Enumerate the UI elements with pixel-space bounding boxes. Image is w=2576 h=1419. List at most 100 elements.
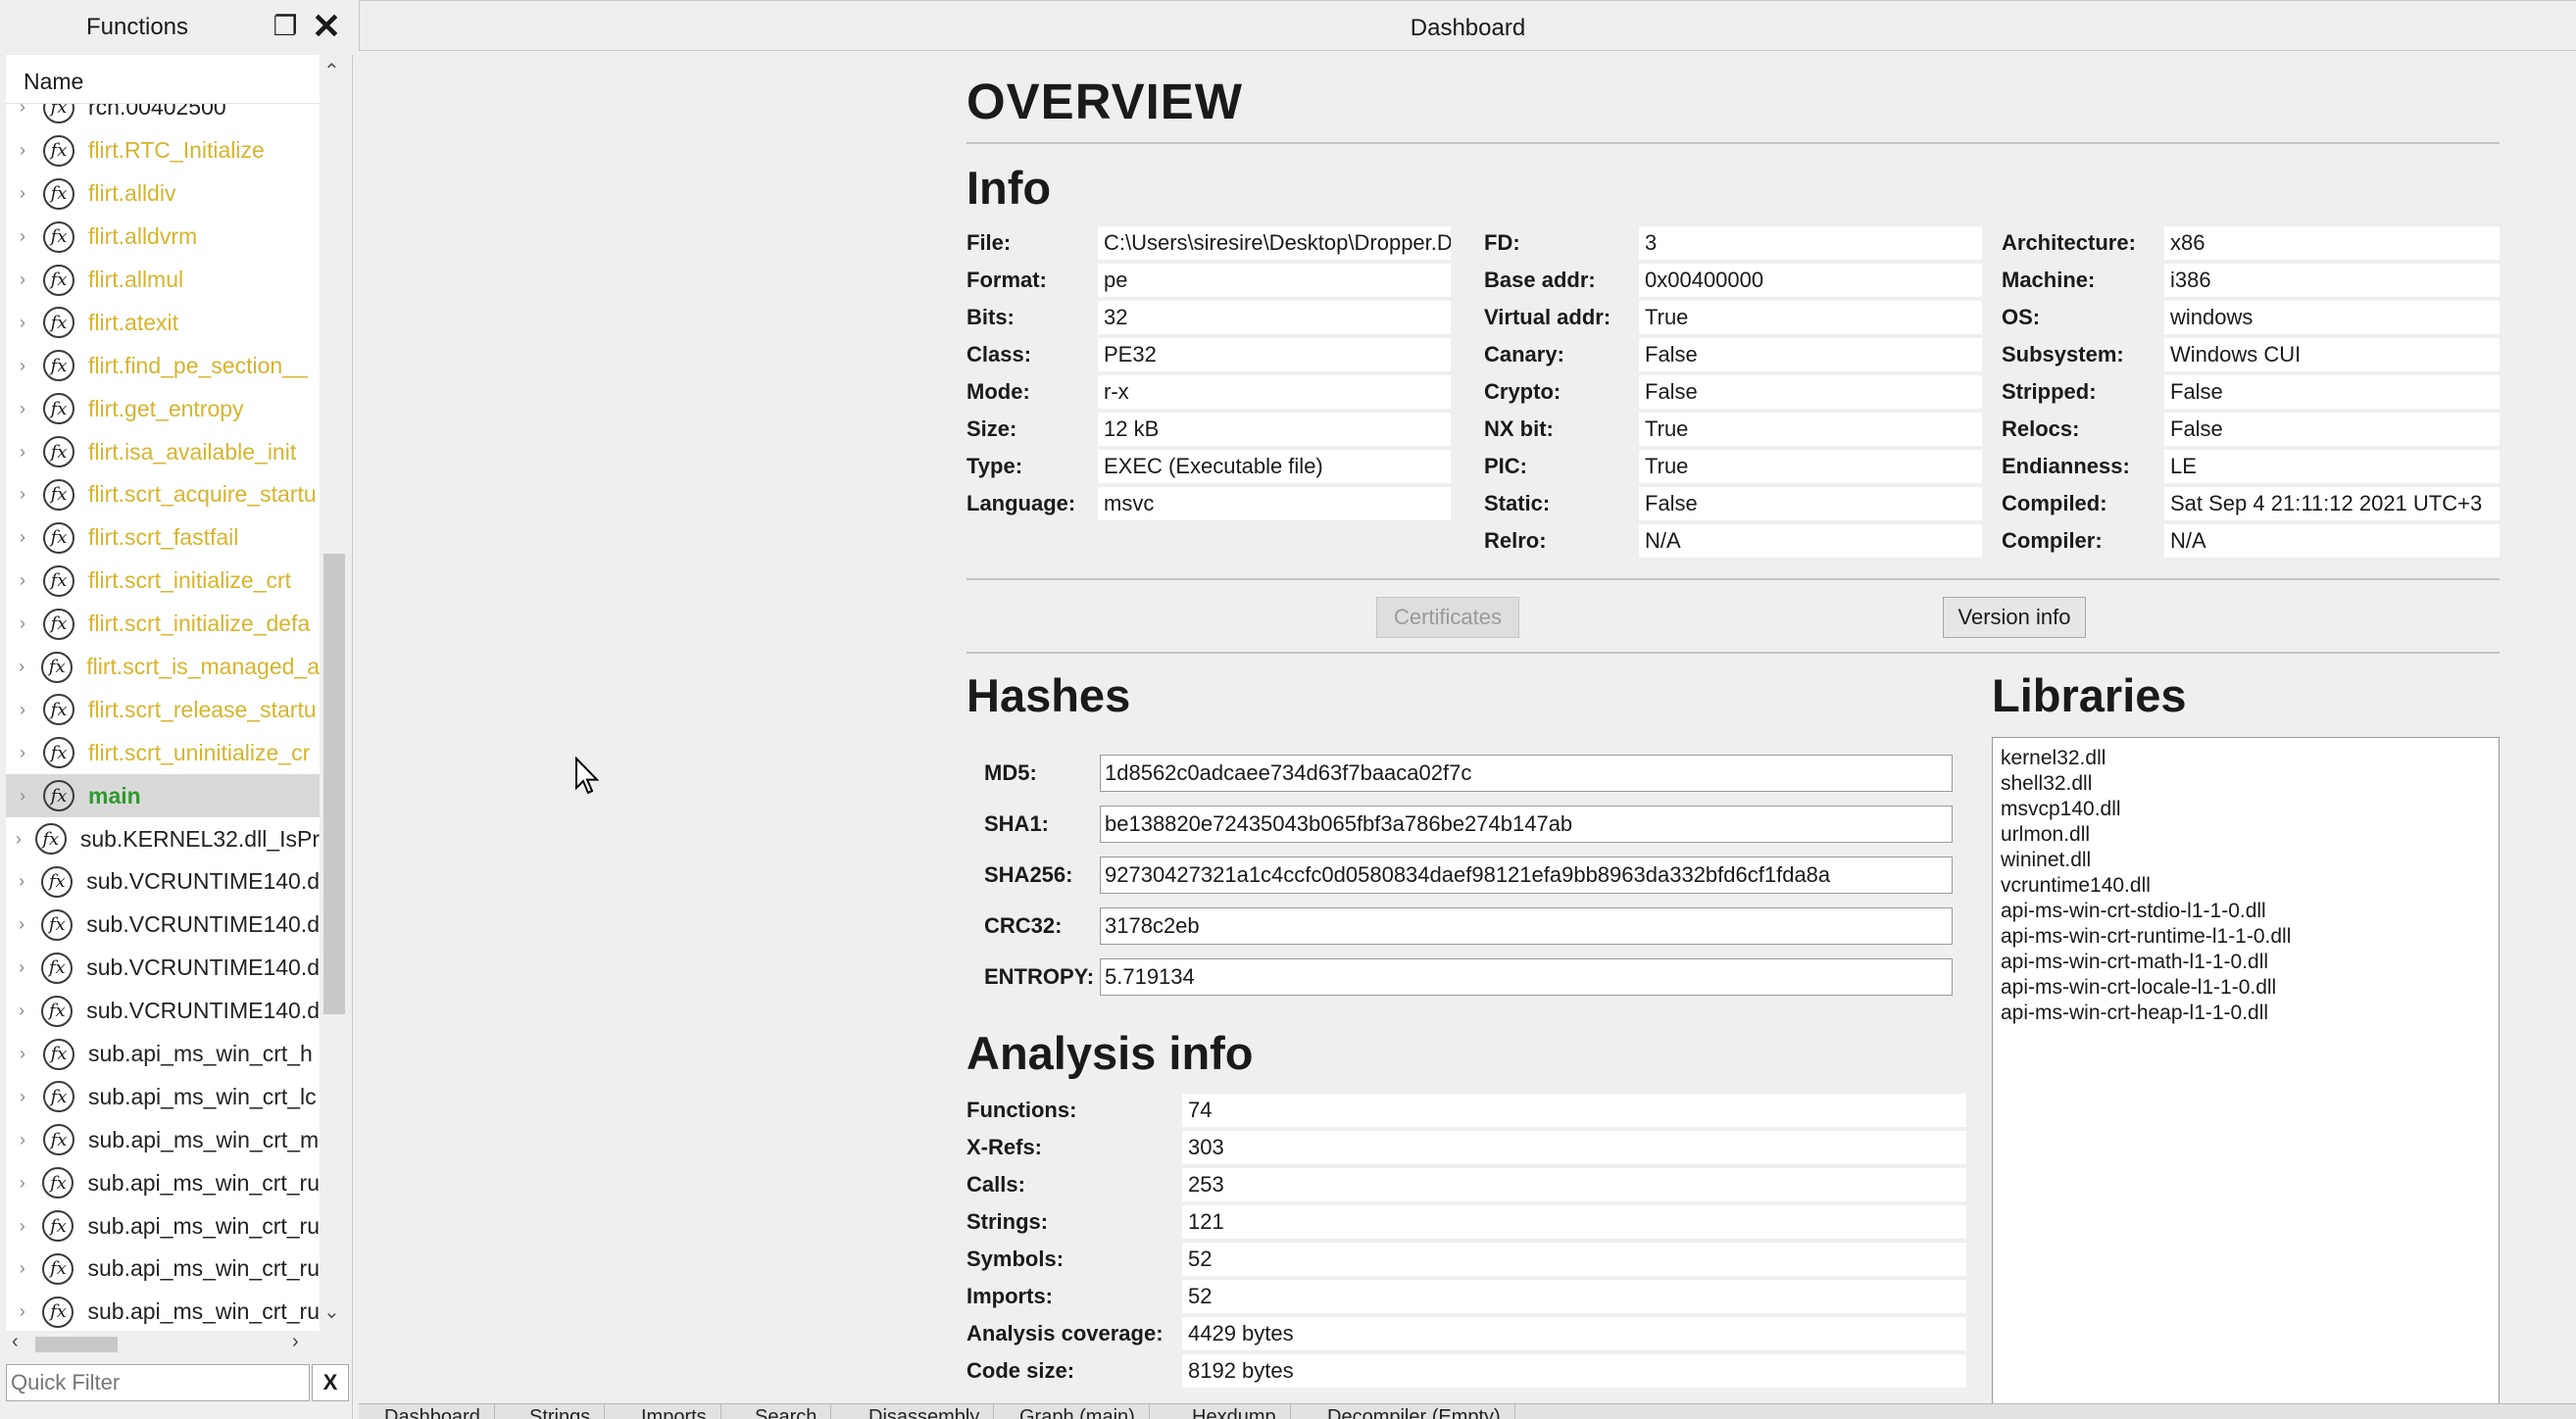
info-value[interactable]: 0x00400000 (1639, 264, 1982, 297)
info-value[interactable]: False (1639, 375, 1982, 409)
function-item[interactable]: › fx flirt.find_pe_section__ (6, 344, 320, 387)
functions-tree[interactable]: › fx rcn.00402500 › fx flirt.RTC_Initialize › f… (6, 55, 320, 1346)
info-value[interactable]: EXEC (Executable file) (1098, 450, 1451, 483)
expand-arrow-icon[interactable]: › (12, 700, 33, 720)
horizontal-scroll-thumb[interactable] (35, 1337, 118, 1352)
expand-arrow-icon[interactable]: › (12, 356, 33, 376)
expand-arrow-icon[interactable]: › (12, 527, 33, 548)
expand-arrow-icon[interactable]: › (12, 183, 33, 204)
tab-imports[interactable]: Imports (627, 1404, 721, 1419)
name-column-header[interactable]: Name (6, 55, 320, 104)
tab-search[interactable]: Search (741, 1404, 832, 1419)
info-value[interactable]: r-x (1098, 375, 1451, 409)
analysis-value[interactable]: 121 (1182, 1205, 1966, 1239)
tab-strings[interactable]: Strings (516, 1404, 606, 1419)
analysis-value[interactable]: 52 (1182, 1243, 1966, 1276)
expand-arrow-icon[interactable]: › (12, 1087, 33, 1107)
info-value[interactable]: PE32 (1098, 338, 1451, 371)
info-value[interactable]: N/A (2164, 524, 2500, 558)
expand-arrow-icon[interactable]: › (12, 1258, 32, 1279)
scroll-down-icon[interactable]: ⌄ (323, 1299, 340, 1324)
certificates-button[interactable]: Certificates (1376, 597, 1519, 638)
function-item[interactable]: › fx sub.VCRUNTIME140.d (6, 860, 320, 904)
library-item[interactable]: msvcp140.dll (2001, 797, 2491, 822)
library-item[interactable]: api-ms-win-crt-heap-l1-1-0.dll (2001, 1001, 2491, 1026)
function-item[interactable]: › fx sub.api_ms_win_crt_ru (6, 1291, 320, 1334)
function-item[interactable]: › fx flirt.scrt_release_startu (6, 688, 320, 731)
function-item[interactable]: › fx flirt.scrt_initialize_defa (6, 603, 320, 646)
clear-filter-button[interactable]: X (312, 1364, 349, 1401)
library-item[interactable]: wininet.dll (2001, 848, 2491, 873)
function-item[interactable]: › fx sub.api_ms_win_crt_ru (6, 1248, 320, 1291)
expand-arrow-icon[interactable]: › (12, 484, 33, 505)
info-value[interactable]: False (1639, 338, 1982, 371)
library-item[interactable]: api-ms-win-crt-stdio-l1-1-0.dll (2001, 899, 2491, 924)
info-value[interactable]: msvc (1098, 487, 1451, 520)
hash-value-field[interactable]: be138820e72435043b065fbf3a786be274b147ab (1100, 806, 1953, 843)
function-item[interactable]: › fx flirt.alldvrm (6, 216, 320, 259)
expand-arrow-icon[interactable]: › (12, 786, 33, 807)
info-value[interactable]: x86 (2164, 226, 2500, 260)
expand-arrow-icon[interactable]: › (12, 871, 31, 892)
hash-value-field[interactable]: 92730427321a1c4ccfc0d0580834daef98121efa… (1100, 856, 1953, 894)
info-value[interactable]: LE (2164, 450, 2500, 483)
expand-arrow-icon[interactable]: › (12, 442, 33, 463)
info-value[interactable]: False (2164, 375, 2500, 409)
hash-value-field[interactable]: 1d8562c0adcaee734d63f7baaca02f7c (1100, 755, 1953, 792)
hash-value-field[interactable]: 5.719134 (1100, 958, 1953, 996)
library-item[interactable]: api-ms-win-crt-locale-l1-1-0.dll (2001, 975, 2491, 1001)
expand-arrow-icon[interactable]: › (12, 1130, 33, 1150)
library-item[interactable]: vcruntime140.dll (2001, 873, 2491, 899)
close-icon[interactable]: ✕ (310, 9, 343, 44)
expand-arrow-icon[interactable]: › (12, 743, 33, 763)
version-info-button[interactable]: Version info (1943, 597, 2086, 638)
function-item[interactable]: › fx sub.api_ms_win_crt_m (6, 1118, 320, 1161)
info-value[interactable]: N/A (1639, 524, 1982, 558)
function-item[interactable]: › fx sub.VCRUNTIME140.d (6, 990, 320, 1033)
libraries-list[interactable]: kernel32.dll shell32.dll msvcp140.dll urlmo… (1992, 737, 2500, 1403)
analysis-value[interactable]: 74 (1182, 1094, 1966, 1127)
tab-decompiler-empty[interactable]: Decompiler (Empty) (1313, 1404, 1515, 1419)
function-item[interactable]: › fx flirt.get_entropy (6, 387, 320, 430)
function-item[interactable]: › fx sub.api_ms_win_crt_ru (6, 1204, 320, 1248)
expand-arrow-icon[interactable]: › (12, 1301, 32, 1322)
function-item[interactable]: › fx flirt.scrt_is_managed_a (6, 646, 320, 689)
info-value[interactable]: 32 (1098, 301, 1451, 334)
expand-arrow-icon[interactable]: › (12, 1216, 32, 1237)
expand-arrow-icon[interactable]: › (12, 1001, 31, 1021)
library-item[interactable]: api-ms-win-crt-runtime-l1-1-0.dll (2001, 924, 2491, 950)
function-item[interactable]: › fx main (6, 774, 320, 818)
info-value[interactable]: True (1639, 450, 1982, 483)
vertical-scroll-thumb[interactable] (323, 554, 345, 1014)
function-item[interactable]: › fx sub.api_ms_win_crt_lc (6, 1075, 320, 1118)
function-item[interactable]: › fx sub.KERNEL32.dll_IsPr (6, 817, 320, 860)
info-value[interactable]: 3 (1639, 226, 1982, 260)
tab-hexdump[interactable]: Hexdump (1178, 1404, 1291, 1419)
info-value[interactable]: 12 kB (1098, 413, 1451, 446)
tab-dashboard[interactable]: Dashboard (371, 1404, 495, 1419)
function-item[interactable]: › fx sub.VCRUNTIME140.d (6, 904, 320, 947)
info-value[interactable]: Sat Sep 4 21:11:12 2021 UTC+3 (2164, 487, 2500, 520)
function-item[interactable]: › fx flirt.alldiv (6, 172, 320, 216)
function-item[interactable]: › fx sub.api_ms_win_crt_h (6, 1033, 320, 1076)
function-item[interactable]: › fx flirt.RTC_Initialize (6, 129, 320, 172)
info-value[interactable]: windows (2164, 301, 2500, 334)
function-item[interactable]: › fx flirt.isa_available_init (6, 430, 320, 473)
info-value[interactable]: C:\Users\siresire\Desktop\Dropper.Dow (1098, 226, 1451, 260)
library-item[interactable]: urlmon.dll (2001, 822, 2491, 848)
function-item[interactable]: › fx flirt.atexit (6, 301, 320, 344)
function-item[interactable]: › fx sub.api_ms_win_crt_ru (6, 1161, 320, 1204)
expand-arrow-icon[interactable]: › (12, 269, 33, 290)
scroll-left-icon[interactable]: ‹ (12, 1331, 19, 1353)
library-item[interactable]: shell32.dll (2001, 771, 2491, 797)
info-value[interactable]: pe (1098, 264, 1451, 297)
quick-filter-input[interactable] (6, 1364, 310, 1401)
analysis-value[interactable]: 4429 bytes (1182, 1317, 1966, 1350)
expand-arrow-icon[interactable]: › (12, 613, 33, 634)
function-item[interactable]: › fx flirt.scrt_uninitialize_cr (6, 731, 320, 774)
analysis-value[interactable]: 253 (1182, 1168, 1966, 1201)
scroll-up-icon[interactable]: ⌃ (323, 59, 340, 83)
expand-arrow-icon[interactable]: › (12, 957, 31, 978)
function-item[interactable]: › fx flirt.allmul (6, 259, 320, 302)
expand-arrow-icon[interactable]: › (12, 140, 33, 161)
